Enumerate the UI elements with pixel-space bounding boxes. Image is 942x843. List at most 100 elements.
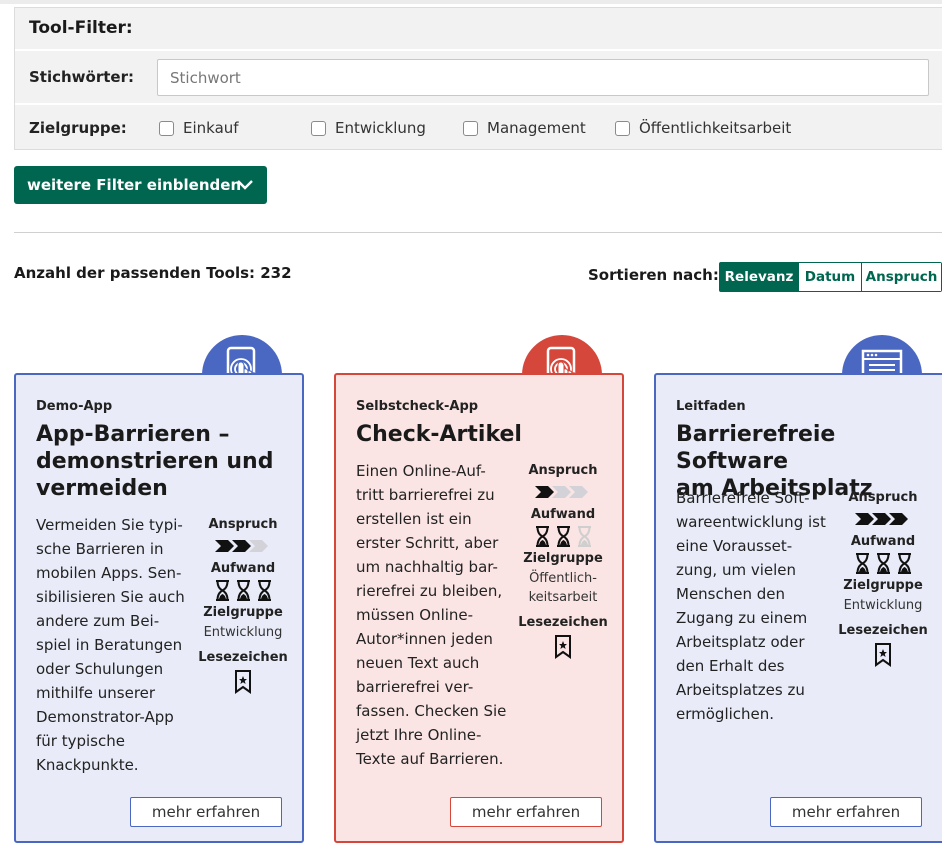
desc-line: ermöglichen.	[676, 705, 775, 723]
checkbox-label: Öffentlichkeitsarbeit	[639, 119, 792, 137]
mehr-erfahren-button[interactable]: mehr erfahren	[770, 797, 922, 827]
desc-line: spiel in Beratungen	[36, 636, 183, 654]
section-divider	[14, 232, 942, 233]
desc-line: Texte auf Barrieren.	[356, 750, 504, 768]
bookmark-button[interactable]	[198, 668, 288, 694]
hourglass-filled-icon	[215, 579, 229, 601]
sort-button-group: Relevanz Datum Anspruch	[719, 262, 942, 292]
desc-line: oder Schulungen	[36, 660, 164, 678]
audience-label: Zielgruppe:	[29, 119, 127, 137]
desc-line: Knackpunkte.	[36, 756, 139, 774]
lesezeichen-label: Lesezeichen	[838, 623, 928, 638]
aufwand-label: Aufwand	[850, 534, 916, 549]
checkbox-icon[interactable]	[311, 120, 326, 136]
checkbox-label: Entwicklung	[335, 119, 426, 137]
checkbox-management[interactable]: Management	[463, 118, 586, 138]
checkbox-icon[interactable]	[463, 120, 478, 136]
desc-line: jetzt Ihre Online-	[356, 726, 482, 744]
anspruch-rating	[198, 535, 288, 557]
sort-anspruch-button[interactable]: Anspruch	[861, 263, 941, 291]
bookmark-button[interactable]	[838, 641, 928, 667]
aufwand-label: Aufwand	[530, 507, 596, 522]
hourglass-filled-icon	[876, 552, 890, 574]
desc-line: Menschen den	[676, 585, 786, 603]
filter-title: Tool-Filter:	[29, 18, 133, 38]
desc-line: Vermeiden Sie typi-	[36, 516, 183, 534]
result-count: Anzahl der passenden Tools: 232	[14, 264, 292, 282]
card-type: Selbstcheck-App	[356, 399, 479, 414]
desc-line: Barrierefreie Soft-	[676, 489, 810, 507]
card-meta: Anspruch Aufwand Zielgruppe Entwicklung …	[838, 490, 928, 667]
card-title: App-Barrieren – demonstrieren und vermei…	[36, 421, 273, 502]
anspruch-label: Anspruch	[208, 517, 278, 532]
card-type: Demo-App	[36, 399, 113, 414]
sort-datum-button[interactable]: Datum	[798, 263, 861, 291]
lesezeichen-label: Lesezeichen	[198, 650, 288, 665]
card-type: Leitfaden	[676, 399, 746, 414]
card-title-line: Check-Artikel	[356, 422, 522, 447]
desc-line: Einen Online-Auf-	[356, 462, 486, 480]
desc-line: rierefrei zu bleiben,	[356, 582, 503, 600]
card-meta: Anspruch Aufwand Zielgruppe Öffentlich- …	[518, 463, 608, 659]
desc-line: Demonstrator-App	[36, 708, 174, 726]
anspruch-rating	[838, 508, 928, 530]
card-title-line: demonstrieren und	[36, 449, 274, 474]
desc-line: den Erhalt des	[676, 657, 785, 675]
checkbox-icon[interactable]	[615, 120, 630, 136]
chevron-filled-icon	[888, 513, 908, 525]
card-description: Vermeiden Sie typi- sche Barrieren in mo…	[36, 513, 185, 777]
desc-line: Zugang zu einem	[676, 609, 808, 627]
desc-line: Arbeitsplatz oder	[676, 633, 805, 651]
desc-line: tritt barrierefrei zu	[356, 486, 495, 504]
zielgruppe-value: keitsarbeit	[528, 590, 598, 605]
tool-card: Selbstcheck-App Check-Artikel Einen Onli…	[334, 373, 624, 843]
desc-line: für typische	[36, 732, 125, 750]
keyword-search-input[interactable]	[157, 59, 929, 96]
filter-divider	[15, 49, 942, 51]
bookmark-icon[interactable]	[554, 635, 572, 659]
card-title-line: Barrierefreie Software	[676, 422, 836, 474]
mehr-erfahren-button[interactable]: mehr erfahren	[130, 797, 282, 827]
hourglass-filled-icon	[855, 552, 869, 574]
aufwand-rating	[838, 552, 928, 574]
mehr-erfahren-button[interactable]: mehr erfahren	[450, 797, 602, 827]
lesezeichen-label: Lesezeichen	[518, 615, 608, 630]
hourglass-filled-icon	[236, 579, 250, 601]
hourglass-empty-icon	[577, 525, 591, 547]
card-meta: Anspruch Aufwand Zielgruppe Entwicklung …	[198, 517, 288, 694]
zielgruppe-label: Zielgruppe	[843, 578, 923, 593]
zielgruppe-label: Zielgruppe	[523, 551, 603, 566]
show-more-filters-label: weitere Filter einblenden	[27, 176, 242, 194]
checkbox-label: Management	[487, 119, 586, 137]
aufwand-rating	[198, 579, 288, 601]
desc-line: sche Barrieren in	[36, 540, 164, 558]
anspruch-label: Anspruch	[528, 463, 598, 478]
zielgruppe-value: Entwicklung	[843, 598, 923, 613]
desc-line: Arbeitsplatzes zu	[676, 681, 805, 699]
bookmark-icon[interactable]	[874, 643, 892, 667]
tool-filter-panel: Tool-Filter: Stichwörter: Zielgruppe: Ei…	[14, 7, 942, 150]
card-title-line: App-Barrieren –	[36, 422, 230, 447]
card-title: Check-Artikel	[356, 421, 522, 448]
zielgruppe-value: Öffentlich-	[529, 571, 597, 586]
checkbox-oeffentlichkeitsarbeit[interactable]: Öffentlichkeitsarbeit	[615, 118, 791, 138]
desc-line: erstellen ist ein	[356, 510, 472, 528]
card-title-line: vermeiden	[36, 476, 168, 501]
checkbox-einkauf[interactable]: Einkauf	[159, 118, 239, 138]
bookmark-icon[interactable]	[234, 670, 252, 694]
chevron-empty-icon	[248, 540, 268, 552]
hourglass-filled-icon	[897, 552, 911, 574]
desc-line: andere zum Bei-	[36, 612, 160, 630]
anspruch-label: Anspruch	[848, 490, 918, 505]
card-description: Einen Online-Auf- tritt barrierefrei zu …	[356, 459, 506, 771]
desc-line: mithilfe unserer	[36, 684, 156, 702]
show-more-filters-button[interactable]: weitere Filter einblenden	[14, 166, 267, 204]
desc-line: eine Vorausset-	[676, 537, 793, 555]
checkbox-entwicklung[interactable]: Entwicklung	[311, 118, 426, 138]
keywords-label: Stichwörter:	[29, 68, 134, 86]
chevron-down-icon	[237, 180, 253, 190]
desc-line: Autor*innen jeden	[356, 630, 493, 648]
checkbox-icon[interactable]	[159, 120, 174, 136]
bookmark-button[interactable]	[518, 633, 608, 659]
sort-relevanz-button[interactable]: Relevanz	[720, 263, 798, 291]
